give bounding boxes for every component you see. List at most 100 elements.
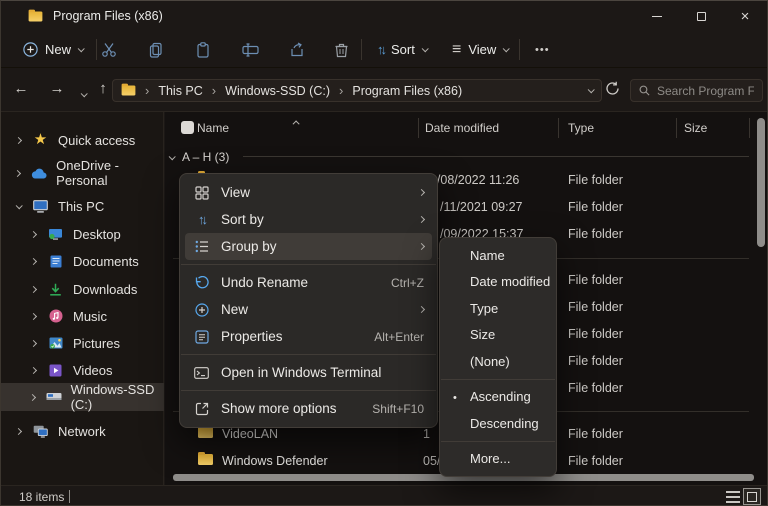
- menu-separator: [441, 441, 555, 442]
- maximize-icon: [697, 12, 706, 21]
- breadcrumb-current-folder[interactable]: Program Files (x86): [352, 84, 462, 98]
- file-type: File folder: [568, 454, 623, 468]
- view-grid-icon: [193, 186, 210, 200]
- expand-icon[interactable]: [28, 395, 37, 400]
- monitor-icon: [32, 200, 49, 213]
- expand-icon[interactable]: [13, 429, 23, 434]
- submenu-item-size[interactable]: Size: [444, 322, 552, 349]
- sidebar-item-documents[interactable]: Documents: [1, 247, 164, 275]
- desktop-icon: [47, 228, 64, 240]
- expand-icon[interactable]: [13, 171, 22, 176]
- submenu-item-more[interactable]: More...: [444, 446, 552, 473]
- column-type[interactable]: Type: [568, 121, 594, 135]
- pictures-icon: [47, 337, 64, 349]
- sidebar-item-windows-ssd[interactable]: Windows-SSD (C:): [1, 383, 164, 411]
- minimize-button[interactable]: [635, 1, 679, 31]
- delete-icon: [334, 42, 349, 58]
- expand-icon[interactable]: [28, 287, 38, 292]
- select-all-checkbox[interactable]: [181, 121, 194, 134]
- column-size[interactable]: Size: [684, 121, 707, 135]
- statusbar: 18 items: [1, 485, 767, 506]
- expand-icon[interactable]: [28, 314, 38, 319]
- share-button[interactable]: [287, 40, 307, 60]
- delete-button[interactable]: [331, 40, 351, 60]
- group-by-submenu: Name Date modified Type Size (None) • As…: [439, 237, 557, 477]
- close-button[interactable]: ×: [723, 1, 767, 31]
- breadcrumb-this-pc[interactable]: This PC: [158, 84, 202, 98]
- rename-button[interactable]: [240, 40, 260, 60]
- submenu-item-descending[interactable]: Descending: [444, 410, 552, 437]
- menu-item-undo-rename[interactable]: Undo Rename Ctrl+Z: [185, 269, 432, 296]
- paste-icon: [195, 42, 211, 58]
- submenu-item-ascending[interactable]: • Ascending: [444, 384, 552, 411]
- sidebar-item-desktop[interactable]: Desktop: [1, 220, 164, 248]
- expand-icon[interactable]: [28, 368, 38, 373]
- menu-item-group-by[interactable]: Group by: [185, 233, 432, 260]
- address-field[interactable]: › This PC › Windows-SSD (C:) › Program F…: [112, 79, 602, 102]
- menu-item-properties[interactable]: Properties Alt+Enter: [185, 323, 432, 350]
- column-divider[interactable]: [749, 118, 750, 138]
- new-button[interactable]: New: [15, 36, 91, 63]
- collapse-icon[interactable]: [13, 204, 23, 209]
- column-divider[interactable]: [676, 118, 677, 138]
- group-header[interactable]: A – H (3): [169, 148, 229, 166]
- sort-dropdown[interactable]: ↑↓ Sort: [369, 36, 435, 63]
- sidebar-item-pictures[interactable]: Pictures: [1, 329, 164, 357]
- music-icon: [47, 309, 64, 323]
- column-name[interactable]: Name: [197, 121, 229, 135]
- back-button[interactable]: ←: [9, 80, 33, 100]
- rename-icon: [242, 42, 259, 58]
- sort-label: Sort: [391, 42, 415, 57]
- expand-icon[interactable]: [28, 259, 38, 264]
- sidebar-item-downloads[interactable]: Downloads: [1, 275, 164, 303]
- column-date-modified[interactable]: Date modified: [425, 121, 499, 135]
- file-type: File folder: [568, 200, 623, 214]
- search-box[interactable]: [630, 79, 763, 102]
- context-menu: View ↑↓ Sort by Group by Undo Rename Ctr…: [179, 173, 438, 428]
- submenu-item-none[interactable]: (None): [444, 348, 552, 375]
- sidebar-item-quick-access[interactable]: ★ Quick access: [1, 126, 164, 154]
- folder-icon: [29, 11, 43, 21]
- refresh-button[interactable]: [605, 81, 625, 101]
- menu-item-view[interactable]: View: [185, 179, 432, 206]
- search-input[interactable]: [657, 84, 754, 98]
- terminal-icon: [193, 367, 210, 379]
- menu-item-new[interactable]: New: [185, 296, 432, 323]
- cut-button[interactable]: [99, 40, 119, 60]
- sidebar-item-network[interactable]: Network: [1, 417, 164, 445]
- sidebar-item-label: Videos: [73, 363, 113, 378]
- copy-button[interactable]: [146, 40, 166, 60]
- menu-item-sort-by[interactable]: ↑↓ Sort by: [185, 206, 432, 233]
- address-dropdown-icon[interactable]: [588, 86, 595, 93]
- expand-icon[interactable]: [28, 341, 38, 346]
- sidebar-item-label: Downloads: [73, 282, 137, 297]
- forward-button[interactable]: →: [45, 80, 69, 100]
- icons-view-button[interactable]: [743, 488, 761, 505]
- breadcrumb-drive[interactable]: Windows-SSD (C:): [225, 84, 330, 98]
- details-view-button[interactable]: [726, 491, 740, 503]
- submenu-item-date-modified[interactable]: Date modified: [444, 269, 552, 296]
- expand-icon[interactable]: [13, 138, 23, 143]
- column-divider[interactable]: [558, 118, 559, 138]
- titlebar: Program Files (x86) ×: [1, 1, 767, 31]
- maximize-button[interactable]: [679, 1, 723, 31]
- menu-item-open-in-windows-terminal[interactable]: Open in Windows Terminal: [185, 359, 432, 386]
- more-options-button[interactable]: •••: [527, 36, 558, 63]
- paste-button[interactable]: [193, 40, 213, 60]
- submenu-item-name[interactable]: Name: [444, 242, 552, 269]
- sidebar-item-this-pc[interactable]: This PC: [1, 192, 164, 220]
- column-divider[interactable]: [418, 118, 419, 138]
- sidebar-item-onedrive[interactable]: OneDrive - Personal: [1, 159, 164, 187]
- view-label: View: [468, 42, 496, 57]
- close-icon: ×: [741, 8, 750, 25]
- videos-icon: [47, 364, 64, 377]
- selected-bullet-icon: •: [453, 392, 457, 404]
- vertical-scrollbar[interactable]: [757, 118, 765, 247]
- menu-item-show-more-options[interactable]: Show more options Shift+F10: [185, 395, 432, 422]
- toolbar-separator: [519, 39, 520, 60]
- submenu-item-type[interactable]: Type: [444, 295, 552, 322]
- sidebar-item-music[interactable]: Music: [1, 302, 164, 330]
- sidebar-item-videos[interactable]: Videos: [1, 356, 164, 384]
- expand-icon[interactable]: [28, 232, 38, 237]
- view-dropdown[interactable]: ≡ View: [444, 36, 516, 63]
